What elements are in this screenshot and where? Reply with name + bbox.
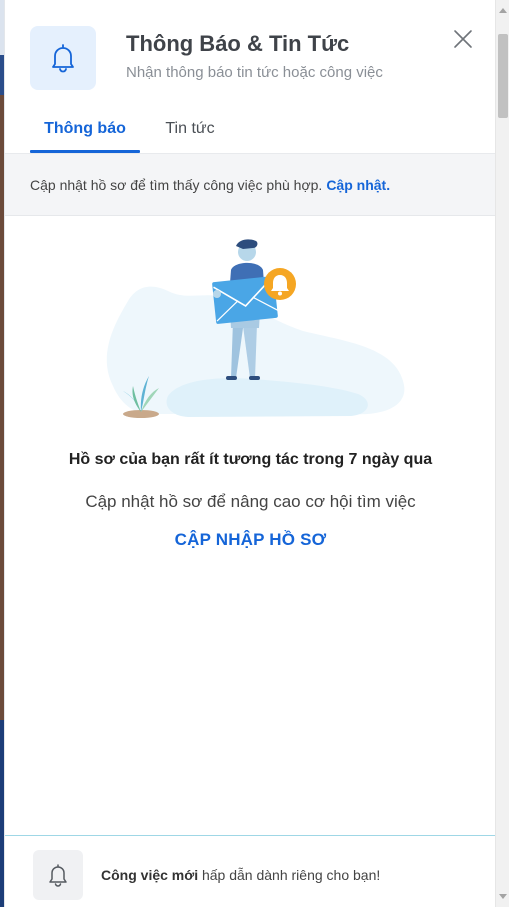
banner-update-link[interactable]: Cập nhật. [326, 177, 390, 193]
new-jobs-footer[interactable]: Công việc mới hấp dẫn dành riêng cho bạn… [5, 835, 496, 907]
banner-text: Cập nhật hồ sơ để tìm thấy công việc phù… [30, 177, 323, 193]
scrollbar-thumb[interactable] [498, 34, 508, 118]
update-profile-button[interactable]: CẬP NHẬP HỒ SƠ [5, 530, 496, 550]
empty-state-illustration [106, 239, 405, 418]
bell-icon [52, 44, 74, 73]
footer-rest-text: hấp dẫn dành riêng cho bạn! [198, 867, 381, 883]
bell-icon [49, 864, 67, 887]
panel-subtitle: Nhận thông báo tin tức hoặc công việc [126, 64, 383, 81]
notification-panel: Thông Báo & Tin Tức Nhận thông báo tin t… [4, 0, 496, 907]
empty-state-title: Hồ sơ của bạn rất ít tương tác trong 7 n… [68, 451, 433, 468]
footer-bell-icon [33, 850, 83, 900]
close-button[interactable] [451, 27, 475, 51]
close-icon [454, 30, 472, 48]
empty-state-description: Cập nhật hồ sơ để nâng cao cơ hội tìm vi… [85, 492, 416, 511]
footer-bold-text: Công việc mới [101, 867, 199, 883]
footer-text: Công việc mới hấp dẫn dành riêng cho bạn… [101, 867, 380, 883]
panel-title: Thông Báo & Tin Tức [126, 31, 350, 56]
tab-bar: Thông báo Tin tức [5, 110, 496, 154]
panel-header: Thông Báo & Tin Tức Nhận thông báo tin t… [5, 0, 495, 100]
scroll-down-arrow-icon[interactable] [499, 894, 507, 899]
tab-notifications[interactable]: Thông báo [30, 110, 140, 154]
header-bell-icon [30, 26, 96, 90]
bell-badge [264, 268, 296, 300]
update-profile-banner: Cập nhật hồ sơ để tìm thấy công việc phù… [5, 154, 496, 216]
tab-news[interactable]: Tin tức [155, 110, 225, 154]
scroll-up-arrow-icon[interactable] [499, 8, 507, 13]
scrollbar[interactable] [495, 0, 509, 907]
